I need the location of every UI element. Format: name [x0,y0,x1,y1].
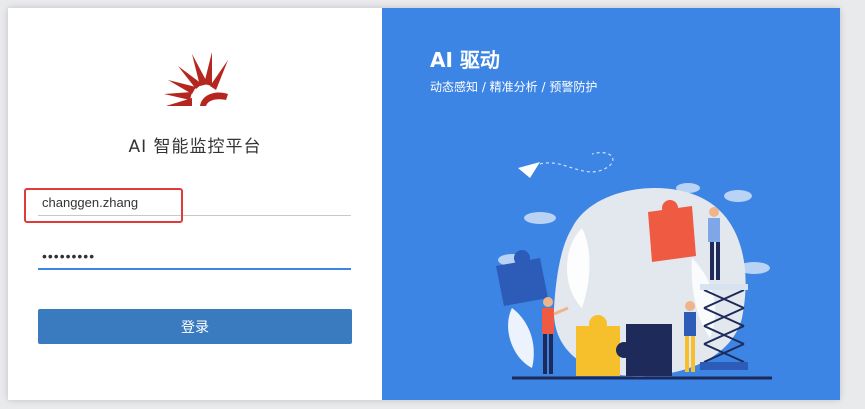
username-input[interactable] [38,190,351,216]
app-title: AI 智能监控平台 [128,137,262,157]
hero-title: AI 驱动 [430,48,500,72]
sunburst-logo-icon [164,52,228,106]
login-window: AI 智能监控平台 登录 AI 驱动 动态感知 / 精准分析 / 预警防护 [8,8,840,400]
login-panel: AI 智能监控平台 登录 [8,8,382,400]
puzzle-teamwork-illustration [496,152,772,380]
hero-subtitle: 动态感知 / 精准分析 / 预警防护 [430,80,598,94]
login-button[interactable]: 登录 [38,309,352,344]
hero-panel: AI 驱动 动态感知 / 精准分析 / 预警防护 [382,8,840,400]
password-input[interactable] [38,244,351,270]
